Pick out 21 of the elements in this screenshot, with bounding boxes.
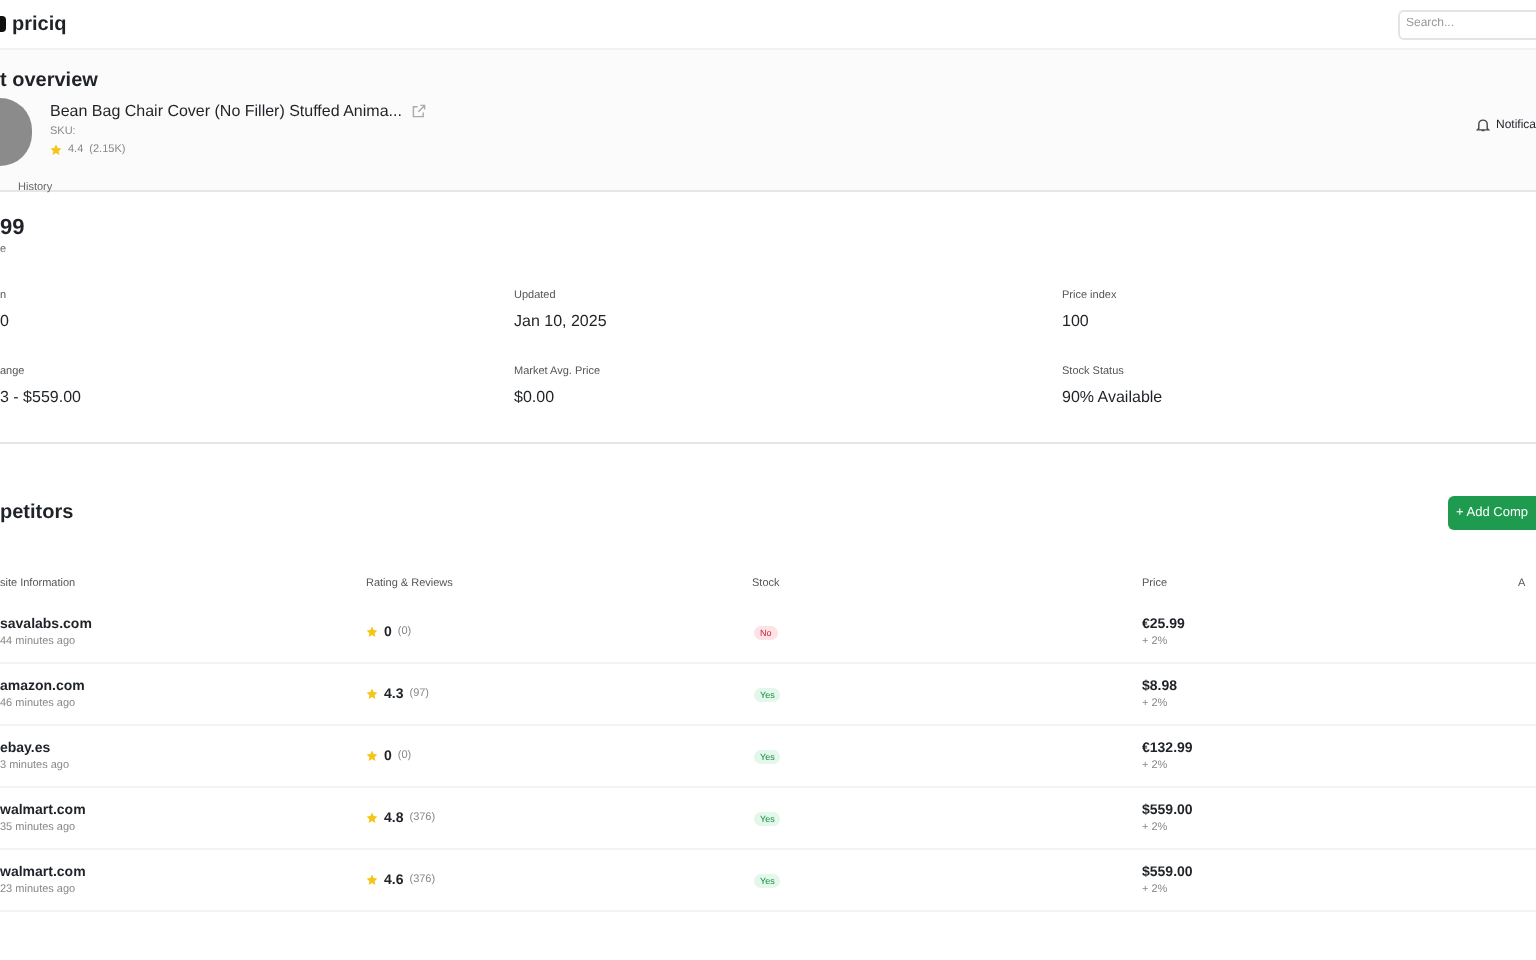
star-icon <box>366 688 378 700</box>
stat-value: 100 <box>1062 312 1091 330</box>
section-title: petitors <box>0 501 74 523</box>
logo-icon <box>0 16 6 32</box>
product-photo-placeholder <box>0 98 32 166</box>
product-name: Bean Bag Chair Cover (No Filler) Stuffed Anima... <box>50 102 402 120</box>
stat-value: 3 - $559.00 <box>0 388 83 406</box>
logo-text: priciq <box>12 13 67 35</box>
star-icon <box>366 750 378 762</box>
stat-value: $0.00 <box>514 388 557 406</box>
page-title: t overview <box>0 68 100 90</box>
stat-value: 0 <box>0 312 11 330</box>
external-link-icon[interactable] <box>411 104 426 118</box>
current-price: 99 <box>0 216 27 240</box>
star-icon <box>50 144 62 156</box>
star-icon <box>366 874 378 886</box>
star-icon <box>366 812 378 824</box>
stat-value: 90% Available <box>1062 388 1165 406</box>
star-icon <box>366 626 378 638</box>
stat-value: Jan 10, 2025 <box>514 312 609 330</box>
bell-icon <box>1475 118 1490 132</box>
